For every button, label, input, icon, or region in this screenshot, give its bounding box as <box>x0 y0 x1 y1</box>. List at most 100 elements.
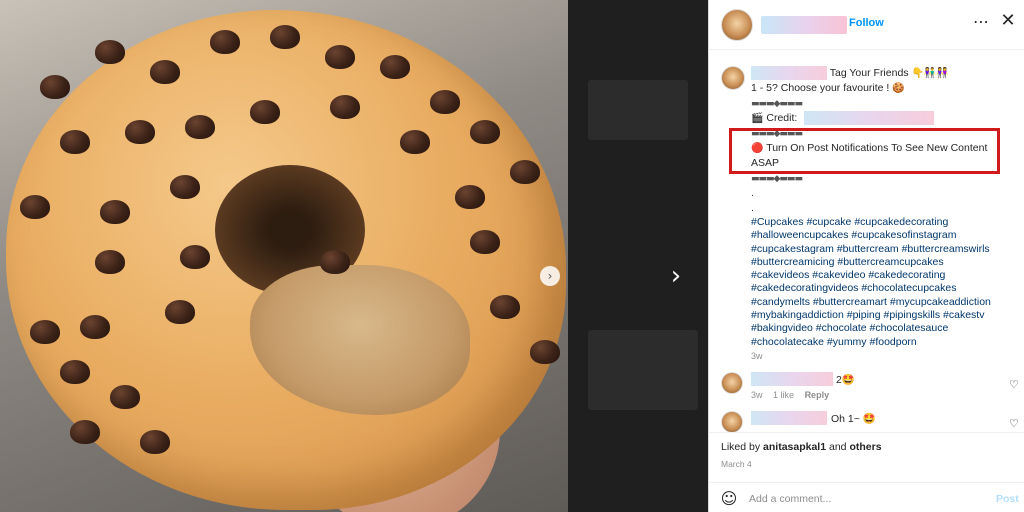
follow-button[interactable]: Follow <box>849 17 884 29</box>
caption-text: 1 - 5? Choose your favourite ! <box>751 82 890 94</box>
chocolate-chip <box>455 185 485 209</box>
caption-dot: . <box>751 187 754 199</box>
commenter-avatar[interactable] <box>721 411 743 433</box>
credit-username-redacted[interactable] <box>804 111 935 126</box>
post-details-panel: Follow ⋯ ✕ Tag Your Friends 👇👫👭 1 - 5? C… <box>708 0 1024 512</box>
hashtag-line[interactable]: #cakedecoratingvideos #chocolatecupcakes <box>751 282 1015 295</box>
chocolate-chip <box>95 40 125 64</box>
caption-emoji: 🍪 <box>892 83 905 94</box>
chocolate-chip <box>150 60 180 84</box>
comment-meta: 3w 1 like Reply <box>751 390 837 400</box>
add-comment-input[interactable] <box>749 490 969 508</box>
chocolate-chip <box>510 160 540 184</box>
caption-line: 1 - 5? Choose your favourite ! 🍪 <box>751 81 1015 96</box>
hashtag-line[interactable]: #cupcakestagram #buttercream #buttercrea… <box>751 243 1015 256</box>
footer-divider <box>709 432 1024 433</box>
chocolate-chip <box>470 230 500 254</box>
hashtag-line[interactable]: #mybakingaddiction #piping #pipingskills… <box>751 309 1015 322</box>
hashtag-line[interactable]: #chocolatecake #yummy #foodporn <box>751 336 1015 349</box>
chocolate-chip <box>100 200 130 224</box>
chocolate-chip <box>70 420 100 444</box>
hashtag-line[interactable]: #cakevideos #cakevideo #cakedecorating <box>751 269 1015 282</box>
commenter-username-redacted[interactable] <box>751 411 827 425</box>
liked-by-user-link[interactable]: anitasapkal1 <box>763 441 826 453</box>
chocolate-chip <box>470 120 500 144</box>
comment-reply-button[interactable]: Reply <box>805 390 830 400</box>
chocolate-chip <box>30 320 60 344</box>
comment-timestamp: 3w <box>751 390 763 400</box>
post-image[interactable]: › <box>0 0 568 512</box>
background-thumbnail <box>588 80 688 140</box>
post-comment-button[interactable]: Post <box>996 493 1019 505</box>
chocolate-chip <box>325 45 355 69</box>
chocolate-chip <box>430 90 460 114</box>
chocolate-chip <box>165 300 195 324</box>
hashtag-block: #Cupcakes #cupcake #cupcakedecorating #h… <box>751 216 1015 349</box>
more-options-icon[interactable]: ⋯ <box>971 12 991 32</box>
chocolate-chip <box>60 130 90 154</box>
divider-text: ▬▬▬◆▬▬▬ <box>751 99 803 109</box>
chocolate-chip <box>210 30 240 54</box>
chocolate-chip <box>95 250 125 274</box>
caption-line: Tag Your Friends 👇👫👭 <box>751 66 1015 81</box>
credit-label: Credit: <box>766 112 798 124</box>
like-comment-heart-icon[interactable]: ♡ <box>1009 417 1019 430</box>
chocolate-chip <box>490 295 520 319</box>
comment-item: 2🤩 3w 1 like Reply ♡ <box>721 372 1019 402</box>
next-post-arrow-icon[interactable]: › <box>664 262 688 290</box>
caption-divider: ▬▬▬◆▬▬▬ <box>751 96 1015 111</box>
post-date: March 4 <box>721 459 752 469</box>
chocolate-chip <box>60 360 90 384</box>
chocolate-chip <box>380 55 410 79</box>
comment-item: Oh 1~ 🤩 ♡ <box>721 411 1019 441</box>
like-comment-heart-icon[interactable]: ♡ <box>1009 378 1019 391</box>
chocolate-chip <box>320 250 350 274</box>
hashtag-line[interactable]: #Cupcakes #cupcake #cupcakedecorating <box>751 216 1015 229</box>
comment-likes-link[interactable]: 1 like <box>773 390 794 400</box>
chocolate-chip <box>185 115 215 139</box>
caption-author-avatar[interactable] <box>721 66 745 90</box>
hashtag-line[interactable]: #candymelts #buttercreamart #mycupcakead… <box>751 296 1015 309</box>
caption-timestamp: 3w <box>751 350 763 361</box>
hashtag-line[interactable]: #buttercreamicing #buttercreamcupcakes <box>751 256 1015 269</box>
input-divider <box>709 482 1024 483</box>
hashtag-line[interactable]: #bakingvideo #chocolate #chocolatesauce <box>751 322 1015 335</box>
slide-next-dot-button[interactable]: › <box>540 266 560 286</box>
caption-credit-line: 🎬 Credit: <box>751 111 1015 126</box>
chocolate-chip <box>530 340 560 364</box>
emoji-picker-icon[interactable]: ☺ <box>719 489 739 509</box>
background-thumbnail <box>588 330 698 410</box>
chocolate-chip <box>270 25 300 49</box>
chocolate-chip <box>40 75 70 99</box>
chocolate-chip <box>110 385 140 409</box>
author-username-redacted[interactable] <box>761 16 847 34</box>
chocolate-chip <box>250 100 280 124</box>
dim-backdrop[interactable] <box>568 0 708 512</box>
comment-text: Oh 1~ 🤩 <box>831 413 876 425</box>
post-header: Follow ⋯ ✕ <box>709 0 1024 50</box>
red-highlight-annotation <box>729 128 1000 174</box>
chocolate-chip <box>140 430 170 454</box>
liked-by-and: and <box>829 441 847 453</box>
comment-text: 2🤩 <box>836 374 855 386</box>
chocolate-chip <box>125 120 155 144</box>
close-icon[interactable]: ✕ <box>997 10 1019 32</box>
post-caption: Tag Your Friends 👇👫👭 1 - 5? Choose your … <box>751 66 1015 364</box>
liked-by-others-link[interactable]: others <box>849 441 881 453</box>
caption-dot: . <box>751 202 754 214</box>
liked-by-prefix: Liked by <box>721 441 761 453</box>
chocolate-chip <box>180 245 210 269</box>
hashtag-line[interactable]: #halloweencupcakes #cupcakesofinstagram <box>751 229 1015 242</box>
caption-text: Tag Your Friends <box>829 67 909 79</box>
caption-emoji: 👇👫👭 <box>911 68 949 79</box>
chocolate-chip <box>330 95 360 119</box>
clapperboard-icon: 🎬 <box>751 113 764 124</box>
chocolate-chip <box>170 175 200 199</box>
commenter-username-redacted[interactable] <box>751 372 833 386</box>
author-avatar[interactable] <box>721 9 753 41</box>
liked-by-line: Liked by anitasapkal1 and others <box>721 441 882 453</box>
commenter-avatar[interactable] <box>721 372 743 394</box>
chocolate-chip <box>20 195 50 219</box>
caption-username-redacted[interactable] <box>751 66 827 81</box>
chocolate-chip <box>400 130 430 154</box>
